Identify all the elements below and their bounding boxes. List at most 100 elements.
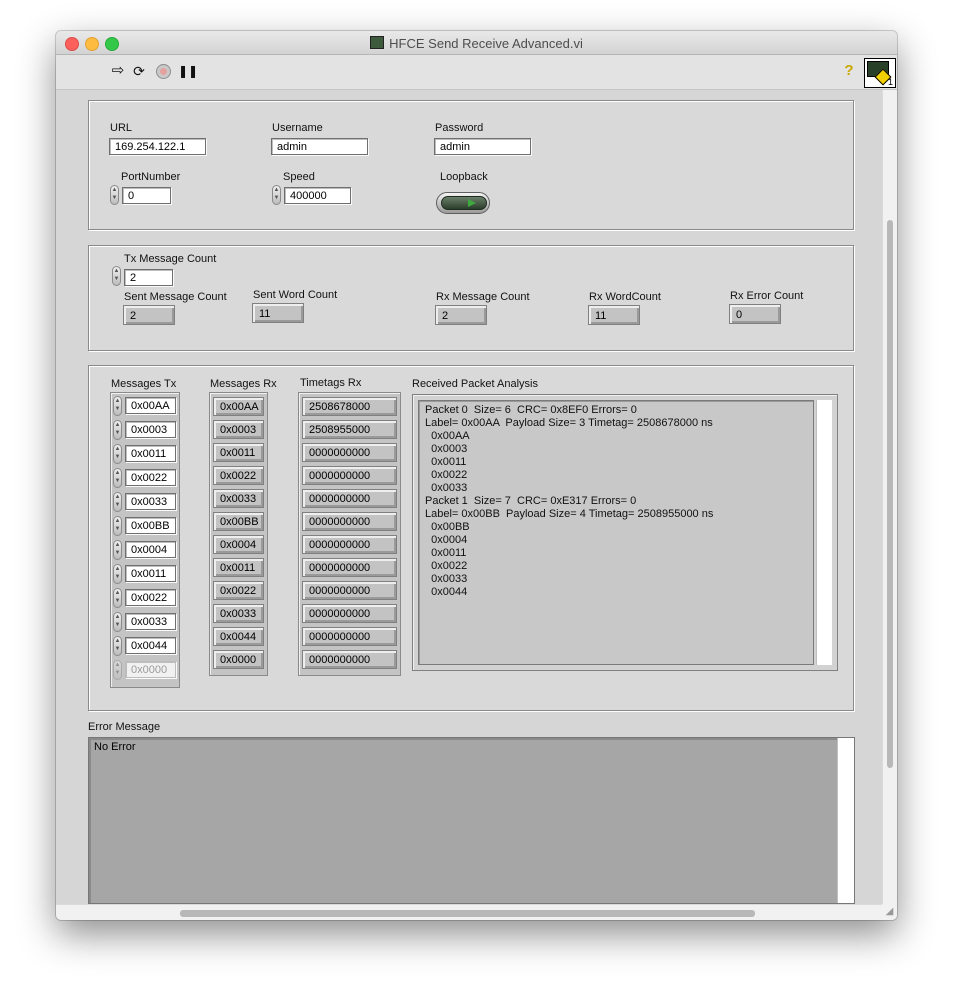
messages-rx-element: 0x0004 — [213, 535, 264, 554]
sent-word-count-indicator: 11 — [252, 303, 304, 323]
messages-tx-spinner-icon: ▲ ▼ — [113, 660, 122, 680]
loopback-label: Loopback — [440, 171, 488, 183]
port-number-field[interactable]: 0 — [122, 187, 171, 204]
horizontal-scroll-thumb[interactable] — [180, 910, 755, 917]
messages-rx-element: 0x0003 — [213, 420, 264, 439]
rx-message-count-label: Rx Message Count — [436, 291, 530, 303]
error-message-label: Error Message — [88, 721, 161, 733]
run-arrow-icon[interactable]: ⇨ — [110, 63, 126, 79]
messages-tx-spinner-icon[interactable]: ▲ ▼ — [113, 564, 122, 584]
speed-label: Speed — [283, 171, 315, 183]
window-title: HFCE Send Receive Advanced.vi — [389, 36, 583, 51]
messages-tx-element[interactable]: 0x0003 — [125, 421, 176, 438]
rx-error-count-indicator: 0 — [729, 304, 781, 324]
received-packet-analysis-textarea[interactable]: Packet 0 Size= 6 CRC= 0x8EF0 Errors= 0 L… — [418, 400, 814, 665]
timetags-rx-element: 0000000000 — [302, 581, 397, 600]
toolbar: ⇨ ⟳ ❚❚ ? 1 — [56, 55, 897, 90]
messages-tx-element[interactable]: 0x0033 — [125, 613, 176, 630]
messages-tx-element[interactable]: 0x00AA — [125, 397, 176, 414]
timetags-rx-element: 0000000000 — [302, 604, 397, 623]
messages-tx-spinner-icon[interactable]: ▲ ▼ — [113, 636, 122, 656]
title-bar: HFCE Send Receive Advanced.vi — [56, 31, 897, 55]
messages-rx-label: Messages Rx — [210, 378, 277, 390]
vertical-scrollbar[interactable] — [882, 90, 897, 904]
vertical-scroll-thumb[interactable] — [887, 220, 893, 768]
messages-tx-element[interactable]: 0x0022 — [125, 469, 176, 486]
messages-tx-element: 0x0000 — [125, 661, 176, 678]
error-message-box: No Error — [88, 737, 855, 904]
messages-tx-element[interactable]: 0x00BB — [125, 517, 176, 534]
loopback-toggle[interactable] — [436, 192, 490, 214]
messages-tx-spinner-icon[interactable]: ▲ ▼ — [113, 516, 122, 536]
messages-rx-element: 0x0000 — [213, 650, 264, 669]
received-packet-analysis-box: Packet 0 Size= 6 CRC= 0x8EF0 Errors= 0 L… — [412, 394, 838, 671]
messages-tx-spinner-icon[interactable]: ▲ ▼ — [113, 492, 122, 512]
speed-field[interactable]: 400000 — [284, 187, 351, 204]
horizontal-scrollbar[interactable] — [56, 904, 882, 920]
password-label: Password — [435, 122, 484, 134]
messages-rx-element: 0x0033 — [213, 489, 264, 508]
port-number-label: PortNumber — [121, 171, 181, 183]
url-field[interactable]: 169.254.122.1 — [109, 138, 206, 155]
timetags-rx-element: 2508678000 — [302, 397, 397, 416]
timetags-rx-element: 0000000000 — [302, 489, 397, 508]
username-field[interactable]: admin — [271, 138, 368, 155]
rx-message-count-indicator: 2 — [435, 305, 487, 325]
password-field[interactable]: admin — [434, 138, 531, 155]
context-help-icon[interactable]: ? — [843, 63, 855, 79]
messages-rx-element: 0x0011 — [213, 443, 264, 462]
timetags-rx-element: 0000000000 — [302, 627, 397, 646]
messages-tx-spinner-icon[interactable]: ▲ ▼ — [113, 420, 122, 440]
window-title-wrap: HFCE Send Receive Advanced.vi — [56, 36, 897, 51]
received-packet-analysis-label: Received Packet Analysis — [412, 378, 538, 390]
loopback-led-icon — [441, 196, 487, 210]
sent-message-count-indicator: 2 — [123, 305, 175, 325]
run-continuously-icon[interactable]: ⟳ — [130, 63, 148, 79]
vi-icon-number: 1 — [887, 77, 893, 87]
port-number-spinner-icon[interactable]: ▲ ▼ — [110, 185, 119, 205]
messages-rx-element: 0x0022 — [213, 581, 264, 600]
messages-tx-element[interactable]: 0x0011 — [125, 565, 176, 582]
error-message-text: No Error — [94, 741, 136, 753]
vi-window: HFCE Send Receive Advanced.vi ⇨ ⟳ ❚❚ ? 1… — [56, 31, 897, 920]
messages-tx-element[interactable]: 0x0033 — [125, 493, 176, 510]
rx-word-count-label: Rx WordCount — [589, 291, 661, 303]
received-packet-analysis-text: Packet 0 Size= 6 CRC= 0x8EF0 Errors= 0 L… — [425, 404, 714, 598]
timetags-rx-element: 0000000000 — [302, 512, 397, 531]
messages-rx-element: 0x0011 — [213, 558, 264, 577]
messages-rx-element: 0x00AA — [213, 397, 264, 416]
messages-rx-element: 0x0044 — [213, 627, 264, 646]
messages-tx-spinner-icon[interactable]: ▲ ▼ — [113, 468, 122, 488]
messages-tx-spinner-icon[interactable]: ▲ ▼ — [113, 612, 122, 632]
timetags-rx-element: 0000000000 — [302, 558, 397, 577]
abort-icon[interactable] — [156, 64, 171, 79]
messages-tx-element[interactable]: 0x0011 — [125, 445, 176, 462]
timetags-rx-element: 0000000000 — [302, 466, 397, 485]
received-packet-analysis-scrollbar[interactable] — [816, 400, 832, 665]
messages-rx-element: 0x00BB — [213, 512, 264, 531]
timetags-rx-label: Timetags Rx — [300, 377, 362, 389]
speed-spinner-icon[interactable]: ▲ ▼ — [272, 185, 281, 205]
messages-tx-spinner-icon[interactable]: ▲ ▼ — [113, 540, 122, 560]
messages-tx-spinner-icon[interactable]: ▲ ▼ — [113, 396, 122, 416]
rx-error-count-label: Rx Error Count — [730, 290, 804, 302]
timetags-rx-element: 0000000000 — [302, 535, 397, 554]
messages-rx-element: 0x0022 — [213, 466, 264, 485]
messages-tx-element[interactable]: 0x0022 — [125, 589, 176, 606]
messages-tx-spinner-icon[interactable]: ▲ ▼ — [113, 444, 122, 464]
sent-message-count-label: Sent Message Count — [124, 291, 227, 303]
resize-grip-icon[interactable]: ◢ — [882, 904, 897, 920]
pause-icon[interactable]: ❚❚ — [178, 63, 198, 79]
rx-word-count-indicator: 11 — [588, 305, 640, 325]
username-label: Username — [272, 122, 323, 134]
tx-message-count-label: Tx Message Count — [124, 253, 217, 265]
messages-tx-element[interactable]: 0x0004 — [125, 541, 176, 558]
vi-connector-icon[interactable]: 1 — [864, 58, 896, 88]
messages-tx-spinner-icon[interactable]: ▲ ▼ — [113, 588, 122, 608]
url-label: URL — [110, 122, 133, 134]
error-message-scrollbar[interactable] — [837, 738, 854, 903]
messages-tx-element[interactable]: 0x0044 — [125, 637, 176, 654]
tx-message-count-spinner-icon[interactable]: ▲ ▼ — [112, 266, 121, 286]
vi-document-icon — [370, 36, 385, 49]
tx-message-count-field[interactable]: 2 — [124, 269, 173, 286]
